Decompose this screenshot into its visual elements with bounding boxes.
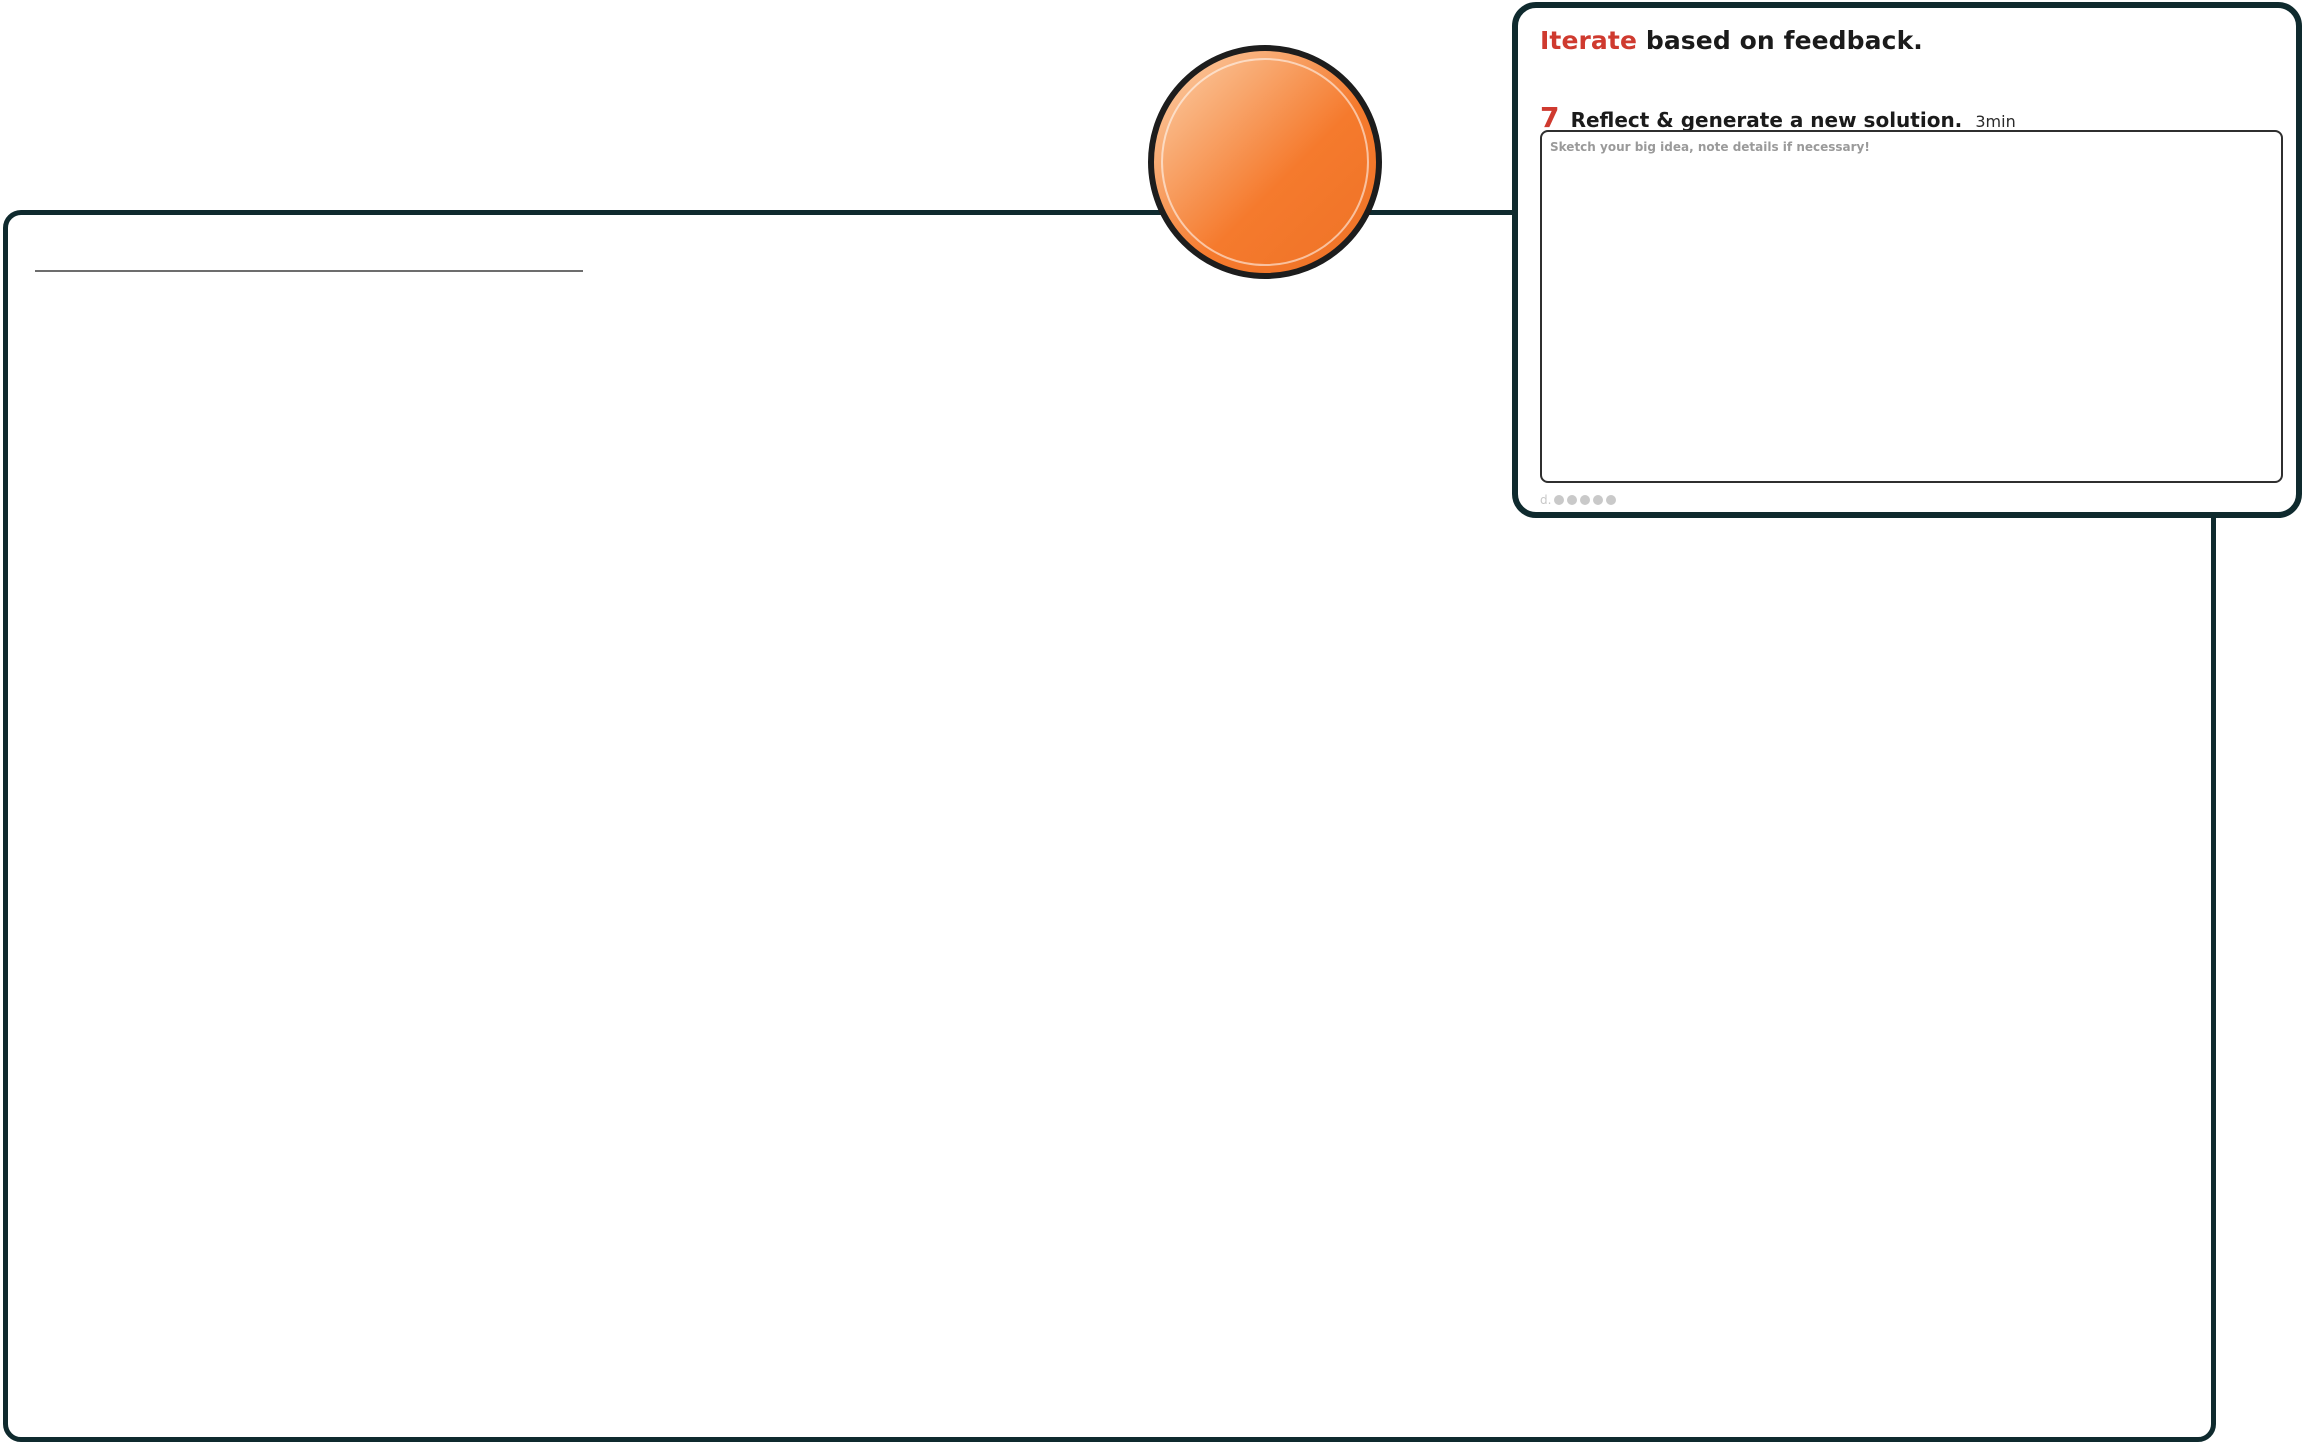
- footer-dot-5: [1606, 495, 1617, 505]
- card-heading-accent: Iterate: [1540, 26, 1638, 55]
- orange-orb: [1148, 45, 1382, 279]
- footer-dot-2: [1567, 495, 1578, 505]
- footer-dot-3: [1580, 495, 1591, 505]
- footer-mark: d.: [1540, 493, 1617, 507]
- board-title-line: [35, 270, 583, 272]
- footer-dot-4: [1593, 495, 1604, 505]
- sketch-area[interactable]: Sketch your big idea, note details if ne…: [1540, 130, 2283, 483]
- step-time: 3min: [1975, 112, 2016, 131]
- step-title: Reflect & generate a new solution.: [1570, 108, 1963, 132]
- iterate-card: Iterate based on feedback. 7 Reflect & g…: [1512, 2, 2302, 518]
- card-heading-rest: based on feedback.: [1637, 26, 1923, 55]
- orb-highlight-ring: [1161, 58, 1369, 266]
- sketch-placeholder: Sketch your big idea, note details if ne…: [1550, 140, 1870, 154]
- footer-text: d.: [1540, 493, 1552, 507]
- card-heading: Iterate based on feedback.: [1540, 26, 1923, 55]
- footer-dot-1: [1554, 495, 1565, 505]
